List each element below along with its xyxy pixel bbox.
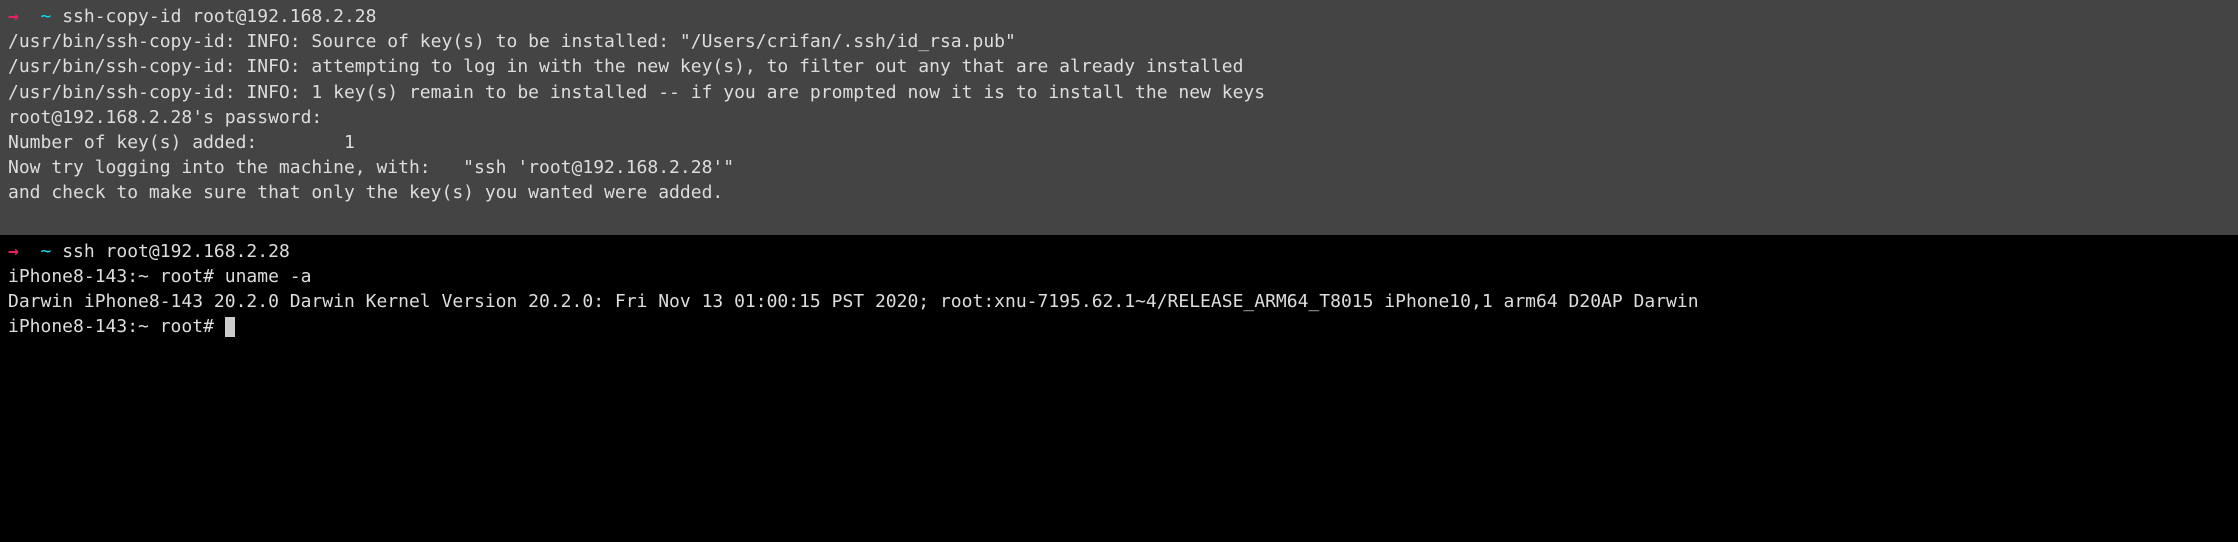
prompt-path: ~ [19, 241, 62, 262]
terminal-session-1: → ~ ssh-copy-id root@192.168.2.28 /usr/b… [0, 0, 2238, 235]
prompt-arrow-icon: → [8, 6, 19, 27]
output-line: Now try logging into the machine, with: … [8, 155, 2230, 180]
output-line: Number of key(s) added: 1 [8, 130, 2230, 155]
remote-prompt-line[interactable]: iPhone8-143:~ root# [8, 314, 2230, 339]
output-line [8, 206, 2230, 231]
terminal-session-2: → ~ ssh root@192.168.2.28 iPhone8-143:~ … [0, 235, 2238, 344]
remote-prompt: iPhone8-143:~ root# [8, 266, 225, 287]
output-line: /usr/bin/ssh-copy-id: INFO: attempting t… [8, 54, 2230, 79]
prompt-path: ~ [19, 6, 62, 27]
remote-command-line[interactable]: iPhone8-143:~ root# uname -a [8, 264, 2230, 289]
remote-prompt: iPhone8-143:~ root# [8, 316, 225, 337]
command-text: ssh root@192.168.2.28 [62, 241, 290, 262]
command-text: ssh-copy-id root@192.168.2.28 [62, 6, 376, 27]
command-line-1[interactable]: → ~ ssh-copy-id root@192.168.2.28 [8, 4, 2230, 29]
prompt-arrow-icon: → [8, 241, 19, 262]
output-line: root@192.168.2.28's password: [8, 105, 2230, 130]
remote-command: uname -a [225, 266, 312, 287]
output-line: /usr/bin/ssh-copy-id: INFO: Source of ke… [8, 29, 2230, 54]
output-line: /usr/bin/ssh-copy-id: INFO: 1 key(s) rem… [8, 80, 2230, 105]
command-line-2[interactable]: → ~ ssh root@192.168.2.28 [8, 239, 2230, 264]
output-line: and check to make sure that only the key… [8, 180, 2230, 205]
cursor-icon [225, 317, 235, 337]
output-line: Darwin iPhone8-143 20.2.0 Darwin Kernel … [8, 289, 2230, 314]
